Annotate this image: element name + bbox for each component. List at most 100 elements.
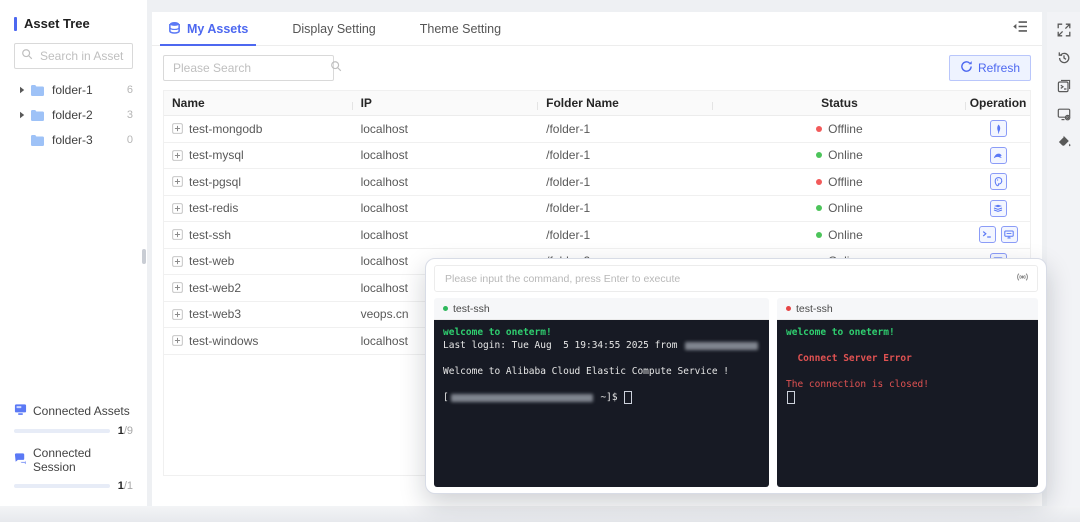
tab-label: My Assets	[187, 22, 248, 36]
tab-theme-setting[interactable]: Theme Setting	[416, 12, 505, 45]
table-row-test-mysql[interactable]: test-mysqllocalhost/folder-1Online	[164, 143, 1030, 170]
terminal-pane-2: test-ssh welcome to oneterm! Connect Serv…	[777, 298, 1038, 487]
ftp-connect-icon[interactable]	[1001, 226, 1018, 243]
terminal-cursor	[624, 391, 632, 404]
col-header-name: Name	[164, 96, 353, 110]
asset-ip: localhost	[353, 175, 539, 189]
expand-row-icon[interactable]	[172, 176, 183, 187]
status-text: Online	[828, 201, 863, 215]
expand-row-icon[interactable]	[172, 203, 183, 214]
col-header-ip: IP	[353, 96, 539, 110]
terminal-tab[interactable]: test-ssh	[777, 298, 1038, 320]
asset-folder: /folder-1	[538, 228, 713, 242]
col-header-operation: Operation	[966, 96, 1030, 110]
expand-row-icon[interactable]	[172, 229, 183, 240]
status-dot	[816, 126, 822, 132]
session-status-dot	[786, 306, 791, 311]
terminal-tab[interactable]: test-ssh	[434, 298, 769, 320]
tree-item-folder-3[interactable]: folder-30	[0, 127, 147, 152]
expand-row-icon[interactable]	[172, 309, 183, 320]
sidebar-title: Asset Tree	[0, 0, 147, 31]
terminal-line	[786, 365, 1029, 378]
expand-row-icon[interactable]	[172, 256, 183, 267]
terminal-overlay: test-ssh welcome to oneterm!Last login: T…	[425, 258, 1047, 494]
table-toolbar: Refresh	[152, 46, 1042, 81]
caret-right-icon[interactable]	[18, 86, 30, 94]
terminal-connect-icon[interactable]	[979, 226, 996, 243]
status-dot	[816, 232, 822, 238]
status-dot	[816, 152, 822, 158]
table-header-row: NameIPFolder NameStatusOperation	[164, 91, 1030, 116]
table-row-test-mongodb[interactable]: test-mongodblocalhost/folder-1Offline	[164, 116, 1030, 143]
asset-ip: localhost	[353, 228, 539, 242]
mysql-connect-icon[interactable]	[990, 147, 1007, 164]
tree-item-folder-2[interactable]: folder-23	[0, 102, 147, 127]
sidebar-resize-handle[interactable]	[142, 249, 146, 264]
terminal-window-icon[interactable]	[1047, 75, 1080, 96]
expand-row-icon[interactable]	[172, 335, 183, 346]
asset-folder: /folder-1	[538, 201, 713, 215]
asset-name: test-windows	[189, 334, 258, 348]
tab-label: Display Setting	[292, 22, 375, 36]
terminal-line: welcome to oneterm!	[443, 326, 760, 339]
terminal-screen[interactable]: welcome to oneterm! Connect Server Error…	[777, 320, 1038, 487]
connection-stats: Connected Assets1/9Connected Session1/1	[0, 394, 147, 492]
asset-folder: /folder-1	[538, 175, 713, 189]
terminal-tab-label: test-ssh	[453, 303, 490, 315]
folder-count: 3	[127, 109, 133, 121]
status-dot	[816, 205, 822, 211]
caret-right-icon[interactable]	[18, 111, 30, 119]
refresh-button[interactable]: Refresh	[949, 55, 1031, 81]
stat-value: 1/9	[118, 425, 133, 437]
asset-ip: localhost	[353, 122, 539, 136]
table-row-test-pgsql[interactable]: test-pgsql localhost/folder-1 Offline	[164, 169, 1030, 196]
redis-connect-icon[interactable]	[990, 200, 1007, 217]
table-row-test-ssh[interactable]: test-sshlocalhost/folder-1Online	[164, 222, 1030, 249]
terminal-line	[443, 378, 760, 391]
broadcast-icon[interactable]	[1016, 270, 1029, 288]
command-input[interactable]	[443, 272, 1016, 286]
theme-bucket-icon[interactable]	[1047, 131, 1080, 152]
session-icon	[14, 452, 27, 468]
asset-name: test-pgsql	[189, 175, 241, 189]
redacted-text	[685, 342, 758, 350]
asset-name: test-web2	[189, 281, 241, 295]
terminal-tab-label: test-ssh	[796, 303, 833, 315]
sidebar-title-text: Asset Tree	[24, 16, 90, 31]
monitor-icon	[14, 403, 27, 419]
tab-display-setting[interactable]: Display Setting	[288, 12, 379, 45]
expand-row-icon[interactable]	[172, 150, 183, 161]
terminal-screen[interactable]: welcome to oneterm!Last login: Tue Aug 5…	[434, 320, 769, 487]
table-search-input[interactable]	[171, 60, 330, 76]
window-settings-icon[interactable]	[1047, 103, 1080, 124]
command-bar[interactable]	[434, 265, 1038, 292]
stat-value: 1/1	[118, 480, 133, 492]
pgsql-connect-icon[interactable]	[990, 173, 1007, 190]
fullscreen-icon[interactable]	[1047, 19, 1080, 40]
col-header-status: Status	[713, 96, 966, 110]
search-icon	[21, 47, 33, 65]
tree-item-folder-1[interactable]: folder-16	[0, 77, 147, 102]
terminal-line: Last login: Tue Aug 5 19:34:55 2025 from	[443, 339, 760, 352]
expand-row-icon[interactable]	[172, 282, 183, 293]
asset-name: test-ssh	[189, 228, 231, 242]
history-icon[interactable]	[1047, 47, 1080, 68]
session-status-dot	[443, 306, 448, 311]
asset-search-input[interactable]	[38, 48, 126, 64]
table-row-test-redis[interactable]: test-redislocalhost/folder-1Online	[164, 196, 1030, 223]
tab-my-assets[interactable]: My Assets	[164, 12, 252, 45]
mongodb-connect-icon[interactable]	[990, 120, 1007, 137]
progress-track	[14, 484, 110, 488]
asset-name: test-mongodb	[189, 122, 262, 136]
stat-connected-assets: Connected Assets1/9	[0, 403, 147, 437]
collapse-list-icon[interactable]	[1012, 20, 1028, 38]
asset-name: test-mysql	[189, 148, 244, 162]
redacted-text	[451, 394, 593, 402]
asset-name: test-web3	[189, 307, 241, 321]
status-text: Offline	[828, 175, 862, 189]
expand-row-icon[interactable]	[172, 123, 183, 134]
asset-folder: /folder-1	[538, 148, 713, 162]
table-search-box[interactable]	[163, 55, 334, 81]
asset-search-box[interactable]	[14, 43, 133, 69]
folder-icon	[30, 84, 46, 96]
